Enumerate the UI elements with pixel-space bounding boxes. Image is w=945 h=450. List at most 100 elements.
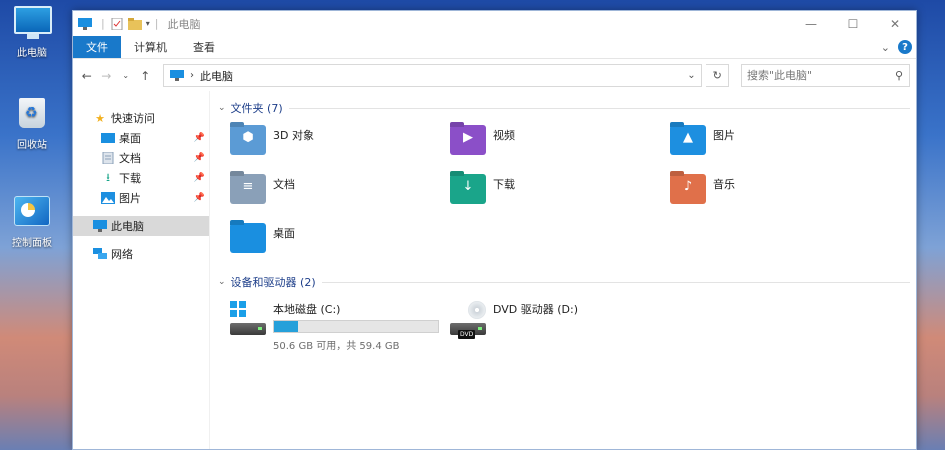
sidebar-item-label: 快速访问 bbox=[111, 112, 155, 125]
picture-folder-icon: ▲ bbox=[670, 125, 706, 155]
desktop-icon-control-panel[interactable]: 控制面板 bbox=[4, 196, 60, 249]
recycle-bin-icon bbox=[14, 98, 50, 132]
folders-group-header[interactable]: ⌄ 文件夹 (7) bbox=[218, 99, 916, 117]
sidebar-item-label: 下载 bbox=[119, 172, 141, 185]
monitor-icon bbox=[14, 6, 52, 40]
drive-usage-bar bbox=[273, 320, 439, 333]
title-bar: | ▾ | 此电脑 — ☐ ✕ bbox=[73, 11, 916, 36]
desktop-icon-recycle-bin[interactable]: 回收站 bbox=[4, 98, 60, 151]
control-panel-icon bbox=[14, 196, 50, 230]
collapse-chevron-icon[interactable]: ⌄ bbox=[218, 103, 226, 113]
pin-icon[interactable]: 📌 bbox=[194, 173, 205, 183]
folder-item[interactable]: 桌面 bbox=[230, 223, 450, 259]
download-icon: ⭳ bbox=[106, 170, 110, 184]
folder-item[interactable]: ▶ 视频 bbox=[450, 125, 670, 161]
picture-icon bbox=[101, 192, 115, 204]
refresh-icon: ↻ bbox=[712, 69, 722, 82]
pin-icon[interactable]: 📌 bbox=[194, 133, 205, 143]
folder-label: 文档 bbox=[273, 178, 295, 191]
desktop-icon-label: 控制面板 bbox=[12, 238, 52, 249]
search-box[interactable]: ⚲ bbox=[740, 64, 910, 87]
tab-computer[interactable]: 计算机 bbox=[121, 36, 180, 58]
drive-label: DVD 驱动器 (D:) bbox=[493, 303, 579, 316]
expand-ribbon-icon[interactable]: ⌄ bbox=[881, 41, 890, 54]
dvd-badge: DVD bbox=[458, 330, 476, 339]
maximize-button[interactable]: ☐ bbox=[832, 11, 874, 36]
3d-objects-icon: ⬢ bbox=[230, 125, 266, 155]
refresh-button[interactable]: ↻ bbox=[706, 64, 729, 87]
drive-free-space: 50.6 GB 可用，共 59.4 GB bbox=[273, 341, 400, 352]
drive-usage-fill bbox=[274, 321, 299, 332]
pin-icon[interactable]: 📌 bbox=[194, 193, 205, 203]
folder-item[interactable]: ▲ 图片 bbox=[670, 125, 890, 161]
sidebar-item-pictures[interactable]: 图片 📌 bbox=[73, 188, 209, 208]
folder-label: 桌面 bbox=[273, 227, 295, 240]
forward-arrow-icon[interactable]: → bbox=[99, 69, 115, 83]
downloads-folder-icon: ↓ bbox=[450, 174, 486, 204]
sidebar-item-label: 图片 bbox=[119, 192, 141, 205]
folder-item[interactable]: ↓ 下载 bbox=[450, 174, 670, 210]
address-bar[interactable]: › 此电脑 ⌄ bbox=[163, 64, 703, 87]
navigation-bar: ← → ⌄ ↑ › 此电脑 ⌄ ↻ ⚲ bbox=[73, 59, 916, 92]
folder-label: 视频 bbox=[493, 129, 515, 142]
separator: | bbox=[101, 17, 105, 30]
tab-view[interactable]: 查看 bbox=[180, 36, 228, 58]
drive-d[interactable]: DVD DVD 驱动器 (D:) bbox=[450, 301, 670, 352]
search-input[interactable] bbox=[741, 68, 889, 83]
sidebar-item-label: 此电脑 bbox=[111, 220, 144, 233]
this-pc-icon bbox=[170, 70, 184, 81]
up-arrow-icon[interactable]: ↑ bbox=[138, 69, 154, 83]
sidebar-item-downloads[interactable]: ⭳ 下载 📌 bbox=[73, 168, 209, 188]
video-icon: ▶ bbox=[450, 125, 486, 155]
desktop-icon-label: 此电脑 bbox=[17, 48, 47, 59]
recent-locations-chevron-icon[interactable]: ⌄ bbox=[118, 71, 134, 80]
folder-label: 3D 对象 bbox=[273, 129, 314, 142]
documents-folder-icon: ≡ bbox=[230, 174, 266, 204]
folder-item[interactable]: ≡ 文档 bbox=[230, 174, 450, 210]
drive-label: 本地磁盘 (C:) bbox=[273, 303, 341, 316]
sidebar-item-quick-access[interactable]: ★ 快速访问 bbox=[73, 108, 209, 128]
sidebar-item-label: 桌面 bbox=[119, 132, 141, 145]
network-icon bbox=[93, 248, 107, 259]
search-icon[interactable]: ⚲ bbox=[889, 69, 909, 82]
folder-item[interactable]: ♪ 音乐 bbox=[670, 174, 890, 210]
sidebar-item-desktop[interactable]: 桌面 📌 bbox=[73, 128, 209, 148]
folder-label: 下载 bbox=[493, 178, 515, 191]
folders-grid: ⬢ 3D 对象 ▶ 视频 ▲ 图片 ≡ 文档 ↓ 下载 ♪ 音乐 桌面 bbox=[218, 125, 916, 259]
minimize-button[interactable]: — bbox=[790, 11, 832, 36]
navigation-pane: ★ 快速访问 桌面 📌 文档 📌 ⭳ 下载 📌 图片 📌 此电脑 网络 bbox=[73, 91, 210, 449]
sidebar-item-documents[interactable]: 文档 📌 bbox=[73, 148, 209, 168]
pin-icon[interactable]: 📌 bbox=[194, 153, 205, 163]
window-title: 此电脑 bbox=[167, 17, 201, 31]
star-icon: ★ bbox=[95, 111, 105, 125]
close-button[interactable]: ✕ bbox=[874, 11, 916, 36]
folder-item[interactable]: ⬢ 3D 对象 bbox=[230, 125, 450, 161]
address-dropdown-icon[interactable]: ⌄ bbox=[681, 70, 701, 81]
collapse-chevron-icon[interactable]: ⌄ bbox=[218, 277, 226, 287]
back-arrow-icon[interactable]: ← bbox=[79, 69, 95, 83]
separator: | bbox=[154, 17, 159, 30]
music-folder-icon: ♪ bbox=[670, 174, 706, 204]
customize-quick-access-icon[interactable]: ▾ bbox=[146, 19, 150, 28]
desktop-icon-this-pc[interactable]: 此电脑 bbox=[4, 6, 60, 59]
breadcrumb-chevron-icon[interactable]: › bbox=[190, 70, 194, 81]
new-folder-icon[interactable] bbox=[127, 17, 142, 30]
sidebar-item-network[interactable]: 网络 bbox=[73, 244, 209, 264]
group-title: 设备和驱动器 (2) bbox=[230, 276, 316, 289]
dvd-drive-icon: DVD bbox=[450, 301, 486, 339]
document-icon bbox=[102, 152, 114, 164]
sidebar-item-this-pc[interactable]: 此电脑 bbox=[73, 216, 209, 236]
breadcrumb-this-pc[interactable]: 此电脑 bbox=[200, 68, 233, 84]
desktop-icon-label: 回收站 bbox=[17, 140, 47, 151]
drives-group-header[interactable]: ⌄ 设备和驱动器 (2) bbox=[218, 273, 916, 291]
explorer-window: | ▾ | 此电脑 — ☐ ✕ 文件 计算机 查看 ⌄ ? ← → ⌄ ↑ › … bbox=[72, 10, 917, 450]
group-title: 文件夹 (7) bbox=[230, 102, 283, 115]
tab-file[interactable]: 文件 bbox=[73, 36, 121, 58]
folder-label: 图片 bbox=[713, 129, 735, 142]
help-icon[interactable]: ? bbox=[898, 40, 912, 54]
drive-c[interactable]: 本地磁盘 (C:) 50.6 GB 可用，共 59.4 GB bbox=[230, 301, 450, 352]
desktop-icon bbox=[101, 133, 115, 143]
properties-icon[interactable] bbox=[110, 17, 124, 30]
this-pc-icon bbox=[78, 17, 92, 30]
windows-logo-icon bbox=[230, 301, 246, 317]
